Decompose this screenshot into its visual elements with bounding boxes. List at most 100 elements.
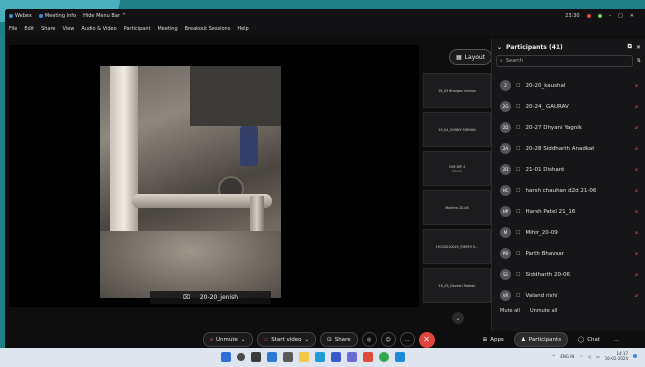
mic-muted-icon[interactable]: ⌀ xyxy=(635,146,638,152)
widgets-icon[interactable] xyxy=(267,352,277,362)
menu-edit[interactable]: Edit xyxy=(24,26,34,32)
info-icon xyxy=(38,14,43,18)
video-tile[interactable]: 19_05_Devesh Rakesh xyxy=(423,268,491,303)
apps-button[interactable]: ⊞ Apps xyxy=(477,333,510,346)
device-icon: ☐ xyxy=(516,82,521,89)
mic-muted-icon[interactable]: ⌀ xyxy=(635,125,638,131)
app-icon[interactable] xyxy=(347,352,357,362)
edge-icon[interactable] xyxy=(315,352,325,362)
mic-muted-icon[interactable]: ⌀ xyxy=(635,83,638,89)
video-tile[interactable]: 18_03 Bhargav shrivas xyxy=(423,73,491,108)
share-button[interactable]: ⊡ Share xyxy=(320,332,358,347)
mute-all-button[interactable]: Mute all xyxy=(500,308,520,314)
mic-muted-icon[interactable]: ⌀ xyxy=(635,293,638,299)
end-call-button[interactable]: ✕ xyxy=(418,331,435,348)
layout-button[interactable]: ▦ Layout xyxy=(449,49,493,65)
start-video-button[interactable]: ▭ Start video ⌄ xyxy=(256,332,317,347)
chrome-icon[interactable] xyxy=(379,352,389,362)
menu-share[interactable]: Share xyxy=(41,26,55,32)
menu-meeting[interactable]: Meeting xyxy=(157,26,177,32)
video-tile[interactable]: Mahitra 20-06 xyxy=(423,190,491,225)
record-icon: ◎ xyxy=(366,336,372,343)
menu-file[interactable]: File xyxy=(9,26,17,32)
list-item[interactable]: M ☐ Mihir_20-09 ⌀ xyxy=(492,222,645,243)
app-icon[interactable] xyxy=(363,352,373,362)
list-item[interactable]: HP ☐ Harsh Patel 21_16 ⌀ xyxy=(492,201,645,222)
close-panel-icon[interactable]: ✕ xyxy=(636,44,641,51)
device-icon: ☐ xyxy=(516,208,521,215)
search-icon: ⌕ xyxy=(500,58,503,64)
reactions-icon: ☺ xyxy=(385,336,391,343)
more-icon[interactable]: … xyxy=(614,337,620,343)
video-tile[interactable]: CHE DIP 4 Ownet xyxy=(423,151,491,186)
avatar: PB xyxy=(500,248,511,259)
hide-menu-bar-button[interactable]: Hide Menu Bar ^ xyxy=(83,13,126,19)
mic-muted-icon[interactable]: ⌀ xyxy=(635,209,638,215)
menu-view[interactable]: View xyxy=(63,26,75,32)
menu-help[interactable]: Help xyxy=(237,26,248,32)
menu-participant[interactable]: Participant xyxy=(124,26,151,32)
device-icon: ☐ xyxy=(516,124,521,131)
more-options-button[interactable]: … xyxy=(399,332,415,347)
search-input[interactable]: ⌕ Search xyxy=(496,55,633,67)
mic-muted-icon[interactable]: ⌀ xyxy=(635,188,638,194)
popout-icon[interactable]: ⧉ xyxy=(628,43,632,51)
chat-button[interactable]: ◯ Chat xyxy=(572,333,606,346)
participants-button[interactable]: ♟ Participants xyxy=(513,332,569,347)
video-tile[interactable]: 19_04_SUNNY SIMHAN xyxy=(423,112,491,147)
list-item[interactable]: S2 ☐ Siddharth 20-06 ⌀ xyxy=(492,264,645,285)
list-item[interactable]: 2 ☐ 20-20_kaushal ⌀ xyxy=(492,75,645,96)
close-button[interactable]: ✕ xyxy=(630,13,634,19)
list-item[interactable]: 2D ☐ 20-27 Dhyani Yagnik ⌀ xyxy=(492,117,645,138)
menu-breakout[interactable]: Breakout Sessions xyxy=(185,26,231,32)
mic-muted-icon[interactable]: ⌀ xyxy=(635,104,638,110)
speaker-name-bar: ⌧ 20-20_jenish xyxy=(150,291,271,304)
video-stage: ⌧ 20-20_jenish xyxy=(9,45,419,307)
list-item[interactable]: VR ☐ Valand rishi ⌀ xyxy=(492,285,645,306)
mic-muted-icon[interactable]: ⌀ xyxy=(635,251,638,257)
scroll-down-button[interactable]: ⌄ xyxy=(452,312,464,324)
speaker-name: 20-20_jenish xyxy=(199,294,239,301)
webex-taskbar-icon[interactable] xyxy=(395,352,405,362)
list-item[interactable]: 2G ☐ 20-24_ GAURAV ⌀ xyxy=(492,96,645,117)
windows-start-icon[interactable] xyxy=(221,352,231,362)
mute-controls: Mute all Unmute all xyxy=(492,306,645,316)
list-item[interactable]: 2D ☐ 21-01 Dishant ⌀ xyxy=(492,159,645,180)
list-item[interactable]: HC ☐ harsh chauhan d2d 21-06 ⌀ xyxy=(492,180,645,201)
unmute-all-button[interactable]: Unmute all xyxy=(530,308,557,314)
sort-icon[interactable]: ⇅ xyxy=(637,58,641,64)
avatar: 2 xyxy=(500,80,511,91)
system-clock[interactable]: 14:17 16-02-2024 xyxy=(605,351,628,361)
unmute-button[interactable]: ⌀ Unmute ⌄ xyxy=(203,332,253,347)
device-icon: ☐ xyxy=(516,166,521,173)
mic-muted-icon[interactable]: ⌀ xyxy=(635,272,638,278)
search-icon[interactable] xyxy=(237,353,245,361)
chat-app-icon[interactable] xyxy=(283,352,293,362)
list-item[interactable]: PB ☐ Parth Bhavsar ⌀ xyxy=(492,243,645,264)
notification-icon[interactable] xyxy=(633,354,637,358)
meeting-controls: ⌀ Unmute ⌄ ▭ Start video ⌄ ⊡ Share ◎ ☺ … ✕ ⊞ A… xyxy=(5,331,645,348)
maximize-button[interactable]: □ xyxy=(618,13,623,19)
menu-audio-video[interactable]: Audio & Video xyxy=(81,26,116,32)
file-explorer-icon[interactable] xyxy=(299,352,309,362)
mic-muted-icon[interactable]: ⌀ xyxy=(635,230,638,236)
close-icon: ✕ xyxy=(423,335,430,344)
chevron-up-icon[interactable]: ^ xyxy=(552,354,555,359)
task-view-icon[interactable] xyxy=(251,352,261,362)
reactions-button[interactable]: ☺ xyxy=(380,332,396,347)
avatar: HC xyxy=(500,185,511,196)
minimize-button[interactable]: – xyxy=(609,13,612,19)
record-button[interactable]: ◎ xyxy=(361,332,377,347)
video-tile[interactable]: 19120010024_RIMITH S... xyxy=(423,229,491,264)
avatar: 2G xyxy=(500,101,511,112)
video-off-icon: ▭ xyxy=(263,336,269,343)
participants-title: Participants (41) xyxy=(506,43,563,51)
meeting-info-button[interactable]: Meeting Info xyxy=(38,13,76,19)
collapse-chevron-icon[interactable]: ⌄ xyxy=(497,44,502,51)
mic-muted-icon[interactable]: ⌀ xyxy=(635,167,638,173)
list-item[interactable]: 2A ☐ 20-28 Siddharth Anadkat ⌀ xyxy=(492,138,645,159)
title-bar: Webex Meeting Info Hide Menu Bar ^ 23:30 … xyxy=(5,9,645,23)
store-icon[interactable] xyxy=(331,352,341,362)
language-indicator[interactable]: ENG IN xyxy=(560,354,574,359)
share-icon: ⊡ xyxy=(327,336,332,343)
